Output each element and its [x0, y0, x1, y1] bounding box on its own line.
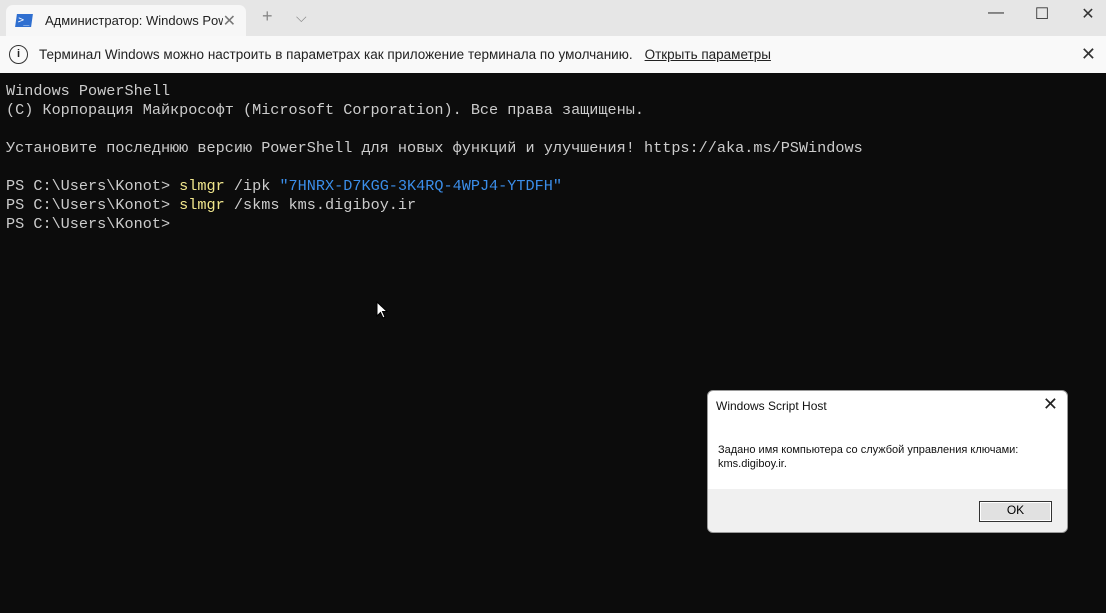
info-close-button[interactable]: ✕ — [1081, 44, 1096, 65]
dialog-message-line: kms.digiboy.ir. — [718, 458, 787, 470]
script-host-dialog: Windows Script Host ✕ Задано имя компьют… — [707, 390, 1068, 533]
terminal-line: (С) Корпорация Майкрософт (Microsoft Cor… — [6, 101, 644, 119]
command: slmgr — [179, 177, 225, 195]
tab-close-icon[interactable]: ✕ — [223, 11, 236, 31]
tab-powershell[interactable]: >_ Администратор: Windows Pow ✕ — [6, 5, 246, 36]
tab-title: Администратор: Windows Pow — [45, 13, 223, 28]
maximize-button[interactable]: ☐ — [1019, 4, 1065, 24]
dialog-footer: OK — [708, 489, 1067, 532]
info-message: Терминал Windows можно настроить в парам… — [39, 47, 633, 62]
dialog-message: Задано имя компьютера со службой управле… — [718, 443, 1018, 471]
prompt: PS C:\Users\Konot> — [6, 177, 180, 195]
dialog-close-button[interactable]: ✕ — [1043, 394, 1058, 415]
new-tab-button[interactable]: + — [262, 6, 273, 27]
minimize-button[interactable]: — — [973, 4, 1019, 22]
info-bar: i Терминал Windows можно настроить в пар… — [0, 36, 1106, 73]
dialog-message-line: Задано имя компьютера со службой управле… — [718, 444, 1019, 456]
prompt: PS C:\Users\Konot> — [6, 196, 180, 214]
info-icon: i — [9, 45, 28, 64]
command-string: "7HNRX-D7KGG-3K4RQ-4WPJ4-YTDFH" — [279, 177, 562, 195]
terminal-output[interactable]: Windows PowerShell (С) Корпорация Майкро… — [6, 82, 863, 234]
dialog-title: Windows Script Host — [716, 399, 827, 413]
mouse-cursor-icon — [376, 301, 389, 319]
tab-bar: >_ Администратор: Windows Pow ✕ + ⌵ — ☐ … — [0, 0, 1106, 36]
command-args: /ipk — [224, 177, 280, 195]
open-settings-link[interactable]: Открыть параметры — [645, 47, 771, 62]
terminal-line: Установите последнюю версию PowerShell д… — [6, 139, 863, 157]
powershell-icon: >_ — [15, 14, 33, 27]
command: slmgr — [179, 196, 225, 214]
ok-button[interactable]: OK — [979, 501, 1052, 522]
terminal-line: Windows PowerShell — [6, 82, 171, 100]
chevron-down-icon[interactable]: ⌵ — [296, 9, 307, 26]
command-args: /skms kms.digiboy.ir — [224, 196, 417, 214]
prompt: PS C:\Users\Konot> — [6, 215, 180, 233]
close-window-button[interactable]: ✕ — [1065, 4, 1106, 24]
